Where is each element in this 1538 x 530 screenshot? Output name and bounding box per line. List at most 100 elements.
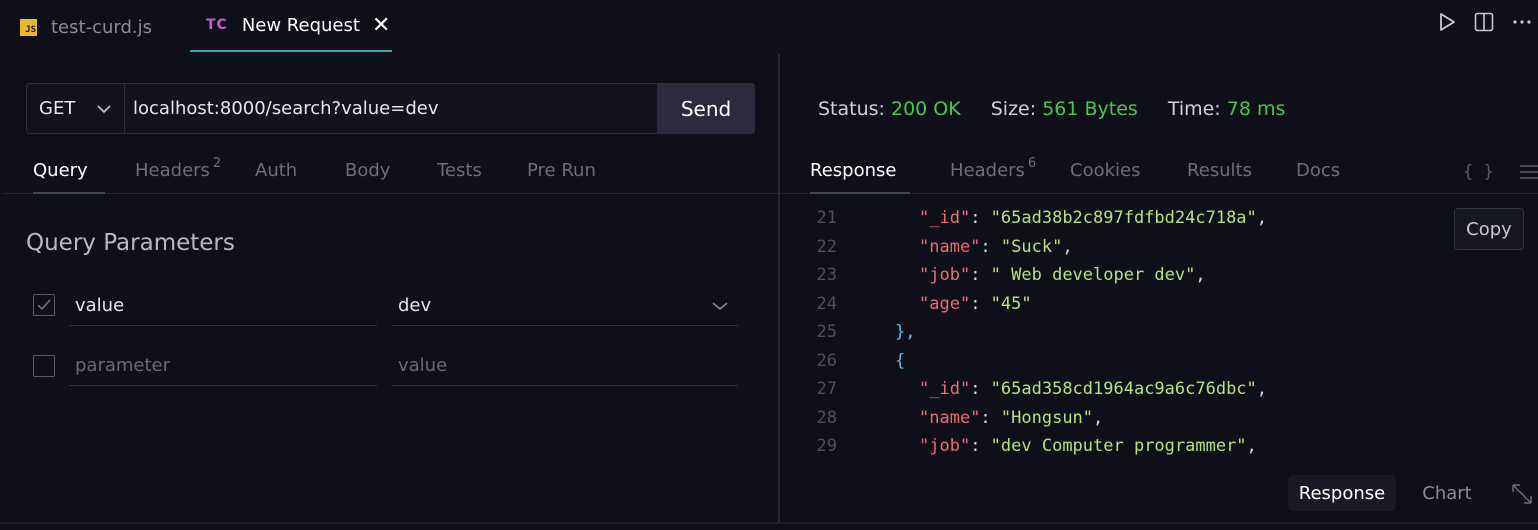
- tab-results[interactable]: Results: [1187, 150, 1267, 194]
- code-line: 27 "_id": "65ad358cd1964ac9a6c76dbc",: [782, 375, 1268, 403]
- response-code-view[interactable]: 21 "_id": "65ad38b2c897fdfbd24c718a", 22 "n…: [782, 196, 1482, 466]
- code-text: "job": " Web developer dev",: [919, 265, 1206, 285]
- tab-test-curd-js[interactable]: JS test-curd.js: [20, 0, 152, 54]
- tab-label: Response: [810, 160, 897, 181]
- param-value-input[interactable]: dev: [392, 286, 738, 326]
- tab-headers[interactable]: Headers 2: [135, 150, 231, 194]
- thunder-client-icon: TC: [206, 17, 228, 33]
- code-line: 26 {: [782, 347, 906, 375]
- tab-query[interactable]: Query: [33, 150, 105, 194]
- tab-label: Cookies: [1070, 160, 1141, 181]
- json-comma: ,: [1256, 208, 1268, 228]
- json-key: "name": [919, 236, 981, 257]
- json-string: "dev Computer programmer": [990, 436, 1247, 456]
- param-name-input[interactable]: parameter: [69, 346, 377, 386]
- json-comma: ,: [1093, 407, 1104, 428]
- chevron-down-icon: [97, 105, 111, 114]
- param-name-input[interactable]: value: [69, 286, 377, 326]
- tab-label: Body: [345, 160, 391, 181]
- tab-label: Headers: [950, 160, 1025, 181]
- status-info: Status: 200 OK: [818, 98, 961, 120]
- json-key: "_id": [919, 379, 971, 399]
- line-number: 26: [816, 350, 837, 371]
- response-tabs: Response Headers 6 Cookies Results Docs: [780, 150, 1538, 194]
- header-count-badge: 6: [1027, 156, 1037, 171]
- header-count-badge: 2: [212, 156, 222, 171]
- json-colon: :: [980, 236, 1001, 257]
- json-key: "age": [919, 293, 971, 314]
- run-icon[interactable]: [1438, 12, 1456, 32]
- editor-tab-bar: JS test-curd.js TC New Request ✕: [0, 0, 1538, 54]
- tab-label: test-curd.js: [51, 16, 152, 38]
- line-number: 22: [816, 236, 837, 257]
- code-line: 24 "age": "45": [782, 290, 1032, 318]
- split-editor-icon[interactable]: [1474, 12, 1494, 32]
- view-switch: Response Chart: [0, 475, 1538, 511]
- tab-label: Query: [33, 160, 88, 181]
- size-label: Size:: [990, 98, 1037, 120]
- code-text: {: [895, 351, 905, 371]
- json-string: "Suck": [1000, 236, 1063, 257]
- code-text: "_id": "65ad358cd1964ac9a6c76dbc",: [919, 379, 1267, 399]
- url-input[interactable]: localhost:8000/search?value=dev: [124, 83, 658, 134]
- json-brace: },: [895, 322, 916, 342]
- chevron-down-icon[interactable]: [711, 298, 729, 314]
- tab-label: Tests: [437, 160, 482, 181]
- json-comma: ,: [1246, 436, 1257, 456]
- tab-label: Docs: [1296, 160, 1341, 181]
- time-value: 78 ms: [1226, 98, 1286, 120]
- code-text: },: [895, 322, 915, 342]
- param-checkbox-checked[interactable]: [33, 294, 55, 316]
- code-line: 25},: [782, 318, 916, 346]
- tab-response-headers[interactable]: Headers 6: [950, 150, 1046, 194]
- json-colon: :: [970, 379, 991, 399]
- json-string: "Hongsun": [1000, 407, 1094, 428]
- more-actions-icon[interactable]: [1512, 12, 1532, 32]
- tab-docs[interactable]: Docs: [1296, 150, 1356, 194]
- format-braces-icon[interactable]: { }: [1463, 162, 1494, 182]
- json-comma: ,: [1062, 236, 1073, 257]
- tab-label: Headers: [135, 160, 210, 181]
- request-tabs: Query Headers 2 Auth Body Tests Pre Run: [3, 150, 778, 194]
- param-value-input[interactable]: value: [392, 346, 738, 386]
- tab-cookies[interactable]: Cookies: [1070, 150, 1158, 194]
- size-info: Size: 561 Bytes: [991, 98, 1138, 120]
- line-number: 27: [816, 379, 837, 399]
- line-number: 24: [816, 293, 837, 314]
- code-text: "age": "45": [919, 294, 1032, 314]
- tab-tests[interactable]: Tests: [437, 150, 499, 194]
- javascript-file-icon: JS: [20, 18, 37, 36]
- code-line: 28 "name": "Hongsun",: [782, 404, 1104, 432]
- json-brace: {: [895, 350, 906, 371]
- code-line: 23 "job": " Web developer dev",: [782, 261, 1206, 289]
- panel-divider[interactable]: [778, 54, 780, 524]
- time-info: Time: 78 ms: [1168, 98, 1286, 120]
- tab-body[interactable]: Body: [345, 150, 409, 194]
- line-number: 28: [816, 407, 837, 428]
- tab-label: Pre Run: [527, 160, 596, 181]
- check-icon: [37, 299, 51, 311]
- tab-label: New Request: [241, 14, 360, 36]
- json-string: "65ad358cd1964ac9a6c76dbc": [990, 379, 1257, 399]
- method-select[interactable]: GET: [26, 83, 124, 134]
- copy-button[interactable]: Copy: [1454, 208, 1524, 250]
- json-key: "job": [919, 265, 971, 285]
- tab-auth[interactable]: Auth: [255, 150, 317, 194]
- status-value: 200 OK: [891, 98, 961, 120]
- json-comma: ,: [1195, 265, 1206, 285]
- view-chart-button[interactable]: Chart: [1412, 475, 1482, 511]
- tab-response[interactable]: Response: [810, 150, 910, 194]
- json-key: "job": [919, 436, 971, 456]
- method-value: GET: [39, 98, 76, 119]
- tab-pre-run[interactable]: Pre Run: [527, 150, 607, 194]
- tab-new-request[interactable]: TC New Request ✕: [190, 0, 392, 52]
- close-icon[interactable]: ✕: [372, 13, 390, 38]
- json-comma: ,: [1256, 379, 1268, 399]
- send-button[interactable]: Send: [657, 83, 755, 134]
- tab-label: Auth: [255, 160, 298, 181]
- expand-icon[interactable]: [1510, 482, 1534, 506]
- view-response-button[interactable]: Response: [1288, 475, 1396, 511]
- menu-icon[interactable]: [1518, 162, 1538, 180]
- code-line: 22 "name": "Suck",: [782, 233, 1073, 261]
- param-checkbox-unchecked[interactable]: [33, 355, 55, 377]
